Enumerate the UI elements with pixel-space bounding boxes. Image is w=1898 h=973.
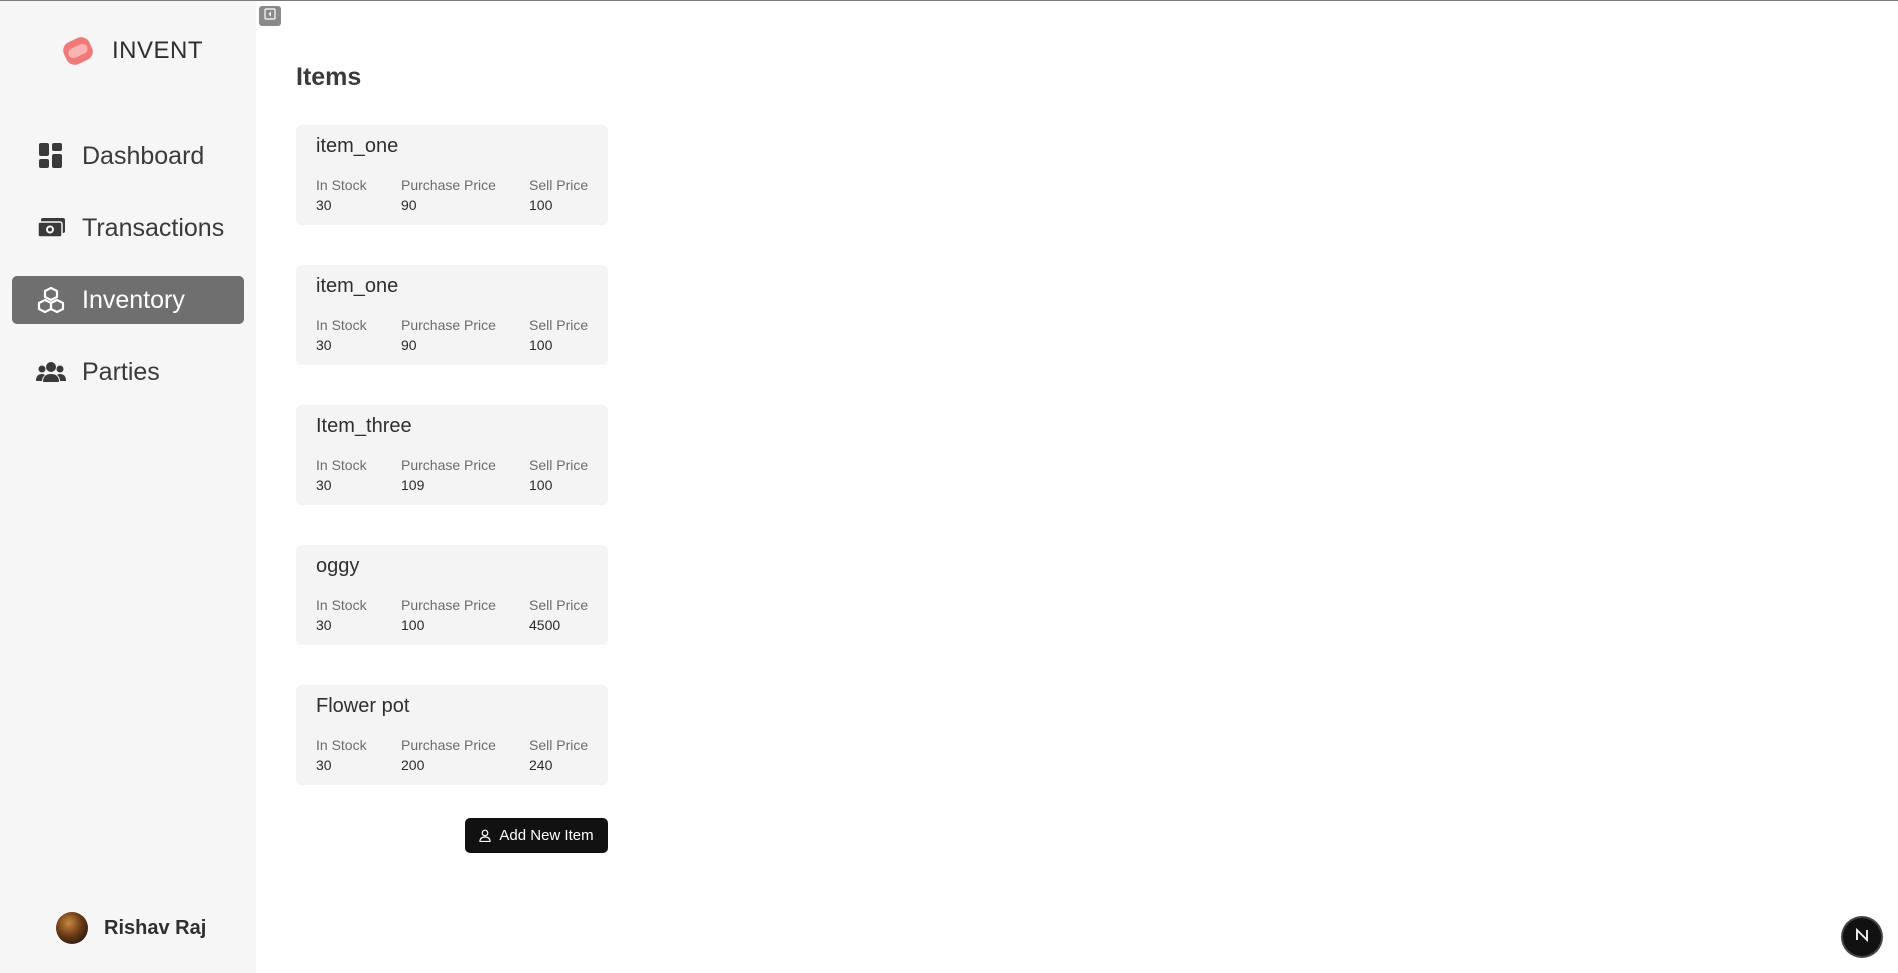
- user-profile[interactable]: Rishav Raj: [56, 911, 206, 945]
- cubes-icon: [36, 285, 66, 315]
- page-title: Items: [296, 63, 362, 91]
- sidebar-item-label: Inventory: [82, 285, 185, 314]
- sell-price-label: Sell Price: [529, 597, 589, 613]
- sell-price-label: Sell Price: [529, 177, 589, 193]
- in-stock-label: In Stock: [316, 597, 367, 613]
- sidebar-item-label: Transactions: [82, 213, 225, 242]
- purchase-price-value: 200: [401, 757, 425, 773]
- items-list: item_one In Stock 30 Purchase Price 90 Sel…: [296, 125, 608, 825]
- users-group-icon: [36, 357, 66, 387]
- sell-price-label: Sell Price: [529, 457, 589, 473]
- avatar: [56, 912, 88, 944]
- in-stock-label: In Stock: [316, 177, 367, 193]
- sidebar-toggle-button[interactable]: [259, 6, 281, 26]
- in-stock-value: 30: [316, 477, 332, 493]
- brand[interactable]: INVENT: [58, 31, 203, 71]
- item-card[interactable]: item_one In Stock 30 Purchase Price 90 Sel…: [296, 265, 608, 365]
- dev-tools-button[interactable]: [1843, 918, 1881, 956]
- chevron-left-icon: [264, 7, 276, 25]
- sidebar-item-dashboard[interactable]: Dashboard: [12, 132, 244, 180]
- in-stock-value: 30: [316, 197, 332, 213]
- in-stock-label: In Stock: [316, 737, 367, 753]
- in-stock-label: In Stock: [316, 457, 367, 473]
- n-logo-icon: [1854, 927, 1870, 948]
- in-stock-value: 30: [316, 617, 332, 633]
- brand-name: INVENT: [112, 37, 204, 64]
- sidebar-item-inventory[interactable]: Inventory: [12, 276, 244, 324]
- item-name: item_one: [316, 275, 399, 297]
- brand-logo-icon: [58, 31, 98, 71]
- item-name: oggy: [316, 555, 360, 577]
- sidebar-item-transactions[interactable]: Transactions: [12, 204, 244, 252]
- sidebar: INVENT Dashboard Transactions Inventory …: [0, 1, 256, 973]
- item-name: Flower pot: [316, 695, 410, 717]
- sell-price-value: 240: [529, 757, 553, 773]
- sell-price-label: Sell Price: [529, 737, 589, 753]
- purchase-price-label: Purchase Price: [401, 317, 496, 333]
- add-new-item-label: Add New Item: [499, 827, 594, 844]
- purchase-price-label: Purchase Price: [401, 737, 496, 753]
- dashboard-grid-icon: [36, 141, 66, 171]
- item-card[interactable]: Item_three In Stock 30 Purchase Price 109 …: [296, 405, 608, 505]
- user-icon: [479, 829, 491, 842]
- sell-price-value: 4500: [529, 617, 561, 633]
- sidebar-item-parties[interactable]: Parties: [12, 348, 244, 396]
- top-border: [0, 0, 1898, 1]
- add-new-item-button[interactable]: Add New Item: [465, 818, 608, 853]
- purchase-price-value: 90: [401, 197, 417, 213]
- in-stock-value: 30: [316, 337, 332, 353]
- sell-price-value: 100: [529, 477, 553, 493]
- item-name: item_one: [316, 135, 399, 157]
- sell-price-label: Sell Price: [529, 317, 589, 333]
- sidebar-item-label: Dashboard: [82, 141, 205, 170]
- item-card[interactable]: Flower pot In Stock 30 Purchase Price 200 …: [296, 685, 608, 785]
- purchase-price-value: 90: [401, 337, 417, 353]
- item-card[interactable]: item_one In Stock 30 Purchase Price 90 Sel…: [296, 125, 608, 225]
- purchase-price-label: Purchase Price: [401, 177, 496, 193]
- purchase-price-label: Purchase Price: [401, 457, 496, 473]
- sell-price-value: 100: [529, 337, 553, 353]
- user-name: Rishav Raj: [104, 916, 207, 939]
- purchase-price-value: 109: [401, 477, 425, 493]
- item-card[interactable]: oggy In Stock 30 Purchase Price 100 Sell P…: [296, 545, 608, 645]
- sidebar-item-label: Parties: [82, 357, 160, 386]
- in-stock-label: In Stock: [316, 317, 367, 333]
- sell-price-value: 100: [529, 197, 553, 213]
- purchase-price-value: 100: [401, 617, 425, 633]
- sidebar-nav: Dashboard Transactions Inventory Parties: [12, 132, 244, 420]
- item-name: Item_three: [316, 415, 412, 437]
- purchase-price-label: Purchase Price: [401, 597, 496, 613]
- in-stock-value: 30: [316, 757, 332, 773]
- money-bills-icon: [36, 213, 66, 243]
